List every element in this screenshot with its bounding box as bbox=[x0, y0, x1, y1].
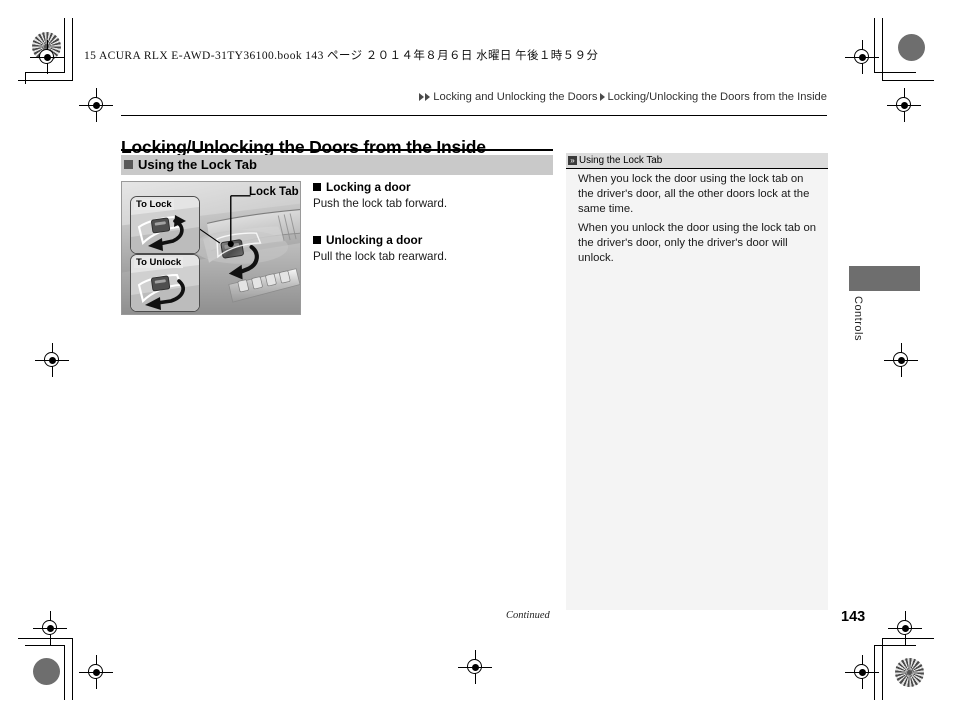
registration-dot-target-bottom-left bbox=[33, 658, 60, 685]
trim-rule-top-b bbox=[18, 80, 73, 81]
triangle-right-icon bbox=[425, 93, 431, 101]
crosshair-bottom-left-outer bbox=[33, 611, 67, 645]
trim-rule-left-c bbox=[25, 72, 26, 84]
subheading: Using the Lock Tab bbox=[124, 157, 257, 172]
trim-rule-bottom-a bbox=[25, 645, 65, 646]
sidebar-header-title: Using the Lock Tab bbox=[579, 155, 663, 166]
subheading-label: Using the Lock Tab bbox=[138, 157, 257, 172]
section-edge-tab-label: Controls bbox=[852, 296, 864, 341]
trim-rule-right-b bbox=[882, 18, 883, 80]
crosshair-right-middle bbox=[884, 343, 918, 377]
registration-star-target-bottom-right bbox=[895, 658, 924, 687]
instruction-heading-label: Locking a door bbox=[326, 180, 411, 194]
instruction-heading: Locking a door bbox=[313, 180, 548, 194]
page-number: 143 bbox=[841, 609, 866, 625]
instruction-block-unlocking: Unlocking a door Pull the lock tab rearw… bbox=[313, 233, 548, 264]
trim-rule-bottom-b bbox=[18, 638, 73, 639]
trim-rule-right-d bbox=[874, 645, 875, 700]
breadcrumb-level-1[interactable]: Locking and Unlocking the Doors bbox=[433, 91, 597, 103]
registration-dot-target-top-right bbox=[898, 34, 925, 61]
crosshair-bottom-center bbox=[458, 650, 492, 684]
crosshair-bottom-right-outer bbox=[845, 655, 879, 689]
instruction-text: Pull the lock tab rearward. bbox=[313, 250, 448, 264]
triangle-right-icon bbox=[600, 93, 606, 101]
crosshair-bottom-left-inner bbox=[79, 655, 113, 689]
trim-rule-left-a bbox=[64, 18, 65, 72]
continued-label: Continued bbox=[506, 610, 550, 621]
print-job-header: 15 ACURA RLX E-AWD-31TY36100.book 143 ペー… bbox=[84, 50, 599, 62]
breadcrumb: Locking and Unlocking the Doors Locking/… bbox=[419, 91, 827, 103]
crosshair-top-right-outer bbox=[845, 40, 879, 74]
square-bullet-icon bbox=[313, 183, 321, 191]
instruction-text: Push the lock tab forward. bbox=[313, 197, 448, 210]
trim-rule-bottom-right-b bbox=[882, 638, 934, 639]
sidebar-body: When you lock the door using the lock ta… bbox=[578, 172, 818, 266]
sidebar-header: Using the Lock Tab bbox=[566, 153, 828, 169]
trim-rule-top-right-a bbox=[874, 72, 916, 73]
crosshair-top-left-outer bbox=[30, 40, 64, 74]
inset-to-unlock-label: To Unlock bbox=[134, 257, 184, 268]
trim-rule-top-right-b bbox=[882, 80, 934, 81]
sidebar-paragraph: When you unlock the door using the lock … bbox=[578, 222, 817, 265]
trim-rule-right-e bbox=[882, 638, 883, 700]
inset-to-lock-label: To Lock bbox=[134, 199, 174, 210]
trim-rule-left-b bbox=[72, 18, 73, 80]
square-bullet-icon bbox=[313, 236, 321, 245]
figure-callout-label: Lock Tab bbox=[249, 186, 299, 198]
registration-star-target-top-left bbox=[32, 32, 61, 61]
triangle-right-icon bbox=[419, 93, 425, 101]
main-content-column: Locking a door Push the lock tab forward… bbox=[313, 180, 548, 265]
section-edge-tab bbox=[849, 266, 920, 291]
breadcrumb-level-2[interactable]: Locking/Unlocking the Doors from the Ins… bbox=[607, 91, 827, 103]
crosshair-bottom-right-inner bbox=[888, 611, 922, 645]
crosshair-top-right-inner bbox=[887, 88, 921, 122]
trim-rule-left-e bbox=[72, 638, 73, 700]
crosshair-top-left-inner bbox=[79, 88, 113, 122]
instruction-block-locking: Locking a door Push the lock tab forward… bbox=[313, 180, 548, 211]
title-underline bbox=[121, 149, 553, 151]
instruction-heading-label: Unlocking a door bbox=[326, 233, 423, 248]
double-chevron-right-icon bbox=[568, 156, 577, 165]
trim-rule-left-d bbox=[64, 645, 65, 700]
inset-to-lock: To Lock bbox=[130, 196, 200, 254]
header-divider bbox=[121, 115, 827, 116]
square-bullet-icon bbox=[124, 160, 133, 169]
trim-rule-right-a bbox=[874, 18, 875, 72]
door-lock-tab-illustration: To Lock To Unlock bbox=[121, 181, 301, 315]
instruction-heading: Unlocking a door bbox=[313, 233, 548, 247]
crosshair-left-middle bbox=[35, 343, 69, 377]
trim-rule-top-a bbox=[25, 72, 65, 73]
inset-to-unlock: To Unlock bbox=[130, 254, 200, 312]
sidebar-paragraph: When you lock the door using the lock ta… bbox=[578, 173, 810, 216]
trim-rule-bottom-right-a bbox=[874, 645, 916, 646]
